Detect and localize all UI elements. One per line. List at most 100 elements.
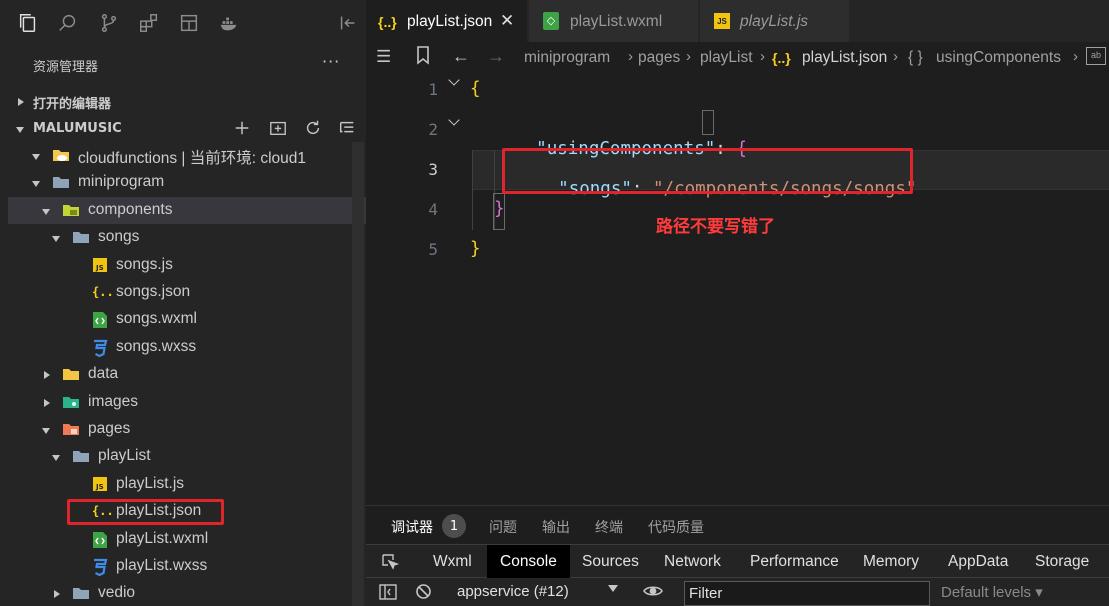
tree-folder[interactable]: miniprogram [8, 169, 366, 197]
breadcrumb-item[interactable]: playList [700, 49, 753, 67]
svg-text:JS: JS [95, 264, 104, 272]
back-arrow-icon[interactable]: ← [452, 46, 470, 67]
explorer-title: 资源管理器 [33, 60, 99, 75]
breadcrumb-item[interactable]: pages [638, 49, 680, 67]
tree-label: songs [98, 228, 140, 246]
folder-icon [72, 585, 90, 601]
tree-folder[interactable]: vedio [8, 580, 366, 606]
js-icon: JS [92, 257, 110, 273]
json-file-icon: {..} [772, 50, 791, 66]
code-line-4[interactable]: } [494, 199, 505, 219]
sidebar-toggle-icon[interactable] [379, 584, 397, 604]
bottom-panel: 调试器 1 问题 输出 终端 代码质量 Wxml Console Sources… [366, 505, 1109, 606]
tree-folder[interactable]: cloudfunctions | 当前环境: cloud1 [8, 142, 366, 170]
sidebar-scrollbar[interactable] [352, 142, 364, 606]
files-icon[interactable] [16, 11, 40, 35]
tree-file[interactable]: JS playList.js [8, 471, 366, 499]
svg-text:JS: JS [95, 483, 104, 491]
tree-file[interactable]: {..} songs.json [8, 279, 366, 307]
list-icon[interactable]: ☰ [376, 47, 391, 67]
docker-icon[interactable] [217, 11, 241, 35]
tab-output[interactable]: 输出 [542, 517, 570, 537]
eye-icon[interactable] [643, 583, 663, 603]
search-icon[interactable] [56, 11, 80, 35]
new-file-icon[interactable] [232, 118, 252, 138]
tab-playlist-json[interactable]: {..} playList.json ✕ [366, 0, 528, 42]
fold-chevron-icon[interactable] [448, 114, 462, 128]
tab-terminal[interactable]: 终端 [595, 517, 623, 537]
tab-debugger[interactable]: 调试器 [391, 517, 433, 537]
devtools-tab-storage[interactable]: Storage [1023, 545, 1101, 578]
open-editors-section[interactable]: 打开的编辑器 [0, 88, 366, 115]
dropdown-caret-icon[interactable] [608, 585, 618, 592]
line-number: 4 [428, 200, 438, 219]
tree-file[interactable]: playList.wxss [8, 553, 366, 581]
collapse-all-icon[interactable] [337, 118, 357, 138]
devtools-tab-appdata[interactable]: AppData [936, 545, 1020, 578]
wxss-icon [92, 558, 110, 577]
breadcrumb-separator: › [1073, 48, 1078, 65]
tree-label: components [88, 200, 173, 218]
devtools-tab-performance[interactable]: Performance [738, 545, 851, 578]
devtools-tab-memory[interactable]: Memory [851, 545, 931, 578]
tree-folder[interactable]: songs [8, 224, 366, 252]
devtools-tabbar: Wxml Console Sources Network Performance… [366, 544, 1109, 578]
chevron-down-icon [32, 178, 42, 188]
devtools-tab-network[interactable]: Network [652, 545, 733, 578]
new-folder-icon[interactable] [268, 118, 288, 138]
json-icon: {..} [92, 284, 121, 300]
tree-folder[interactable]: pages [8, 416, 366, 444]
tree-folder[interactable]: data [8, 361, 366, 389]
tab-code-quality[interactable]: 代码质量 [648, 517, 704, 537]
breadcrumb-item[interactable]: playList.json [802, 49, 887, 67]
more-actions-icon[interactable]: ··· [322, 52, 340, 71]
log-levels-dropdown[interactable]: Default levels ▾ [941, 583, 1043, 601]
devtools-tab-wxml[interactable]: Wxml [421, 545, 484, 578]
breadcrumb-separator: › [628, 48, 633, 65]
tab-playlist-wxml[interactable]: ◇ playList.wxml [529, 0, 699, 42]
code-line-5[interactable]: } [470, 239, 481, 259]
tree-folder[interactable]: images [8, 389, 366, 417]
close-icon[interactable]: ✕ [500, 11, 514, 31]
editor-tabs: {..} playList.json ✕ ◇ playList.wxml JS … [366, 0, 1109, 42]
breadcrumb-item[interactable]: usingComponents [936, 49, 1061, 67]
clear-console-icon[interactable] [415, 583, 432, 604]
source-control-icon[interactable] [97, 11, 121, 35]
tree-file[interactable]: songs.wxss [8, 334, 366, 362]
tab-playlist-js[interactable]: JS playList.js [700, 0, 850, 42]
refresh-icon[interactable] [303, 118, 323, 138]
devtools-tab-sources[interactable]: Sources [570, 545, 651, 578]
wxml-file-icon: ◇ [543, 12, 559, 30]
layout-icon[interactable] [177, 11, 201, 35]
wxss-icon [92, 339, 110, 358]
chevron-down-icon [42, 425, 52, 435]
context-selector[interactable]: appservice (#12) [457, 583, 569, 600]
devtools-tab-console[interactable]: Console [487, 545, 570, 578]
tree-folder[interactable]: components [8, 196, 366, 225]
tree-folder[interactable]: playList [8, 443, 366, 471]
collapse-panel-icon[interactable] [336, 11, 360, 35]
tree-file[interactable]: playList.wxml [8, 526, 366, 554]
forward-arrow-icon[interactable]: → [487, 46, 505, 67]
wxml-icon [92, 311, 110, 329]
object-icon: { } [908, 49, 923, 66]
js-file-icon: JS [714, 13, 730, 29]
tree-label: data [88, 365, 119, 383]
tree-label: songs.wxss [116, 337, 197, 355]
breadcrumb-item[interactable]: miniprogram [524, 49, 610, 67]
tree-file[interactable]: songs.wxml [8, 306, 366, 334]
abc-icon: ab [1086, 47, 1106, 65]
code-line-1[interactable]: { [470, 79, 481, 99]
console-filter-input[interactable] [684, 581, 930, 606]
tree-file[interactable]: JS songs.js [8, 252, 366, 280]
tree-label: songs.js [116, 255, 173, 273]
fold-chevron-icon[interactable] [448, 74, 462, 88]
extensions-icon[interactable] [137, 11, 161, 35]
bookmark-icon[interactable] [415, 45, 431, 70]
svg-text:{..}: {..} [92, 285, 112, 299]
tab-label: playList.json [407, 13, 493, 30]
tab-problems[interactable]: 问题 [489, 517, 517, 537]
inspect-icon[interactable] [378, 545, 402, 578]
highlight-box [502, 148, 913, 194]
editor-area: {..} playList.json ✕ ◇ playList.wxml JS … [366, 0, 1109, 505]
